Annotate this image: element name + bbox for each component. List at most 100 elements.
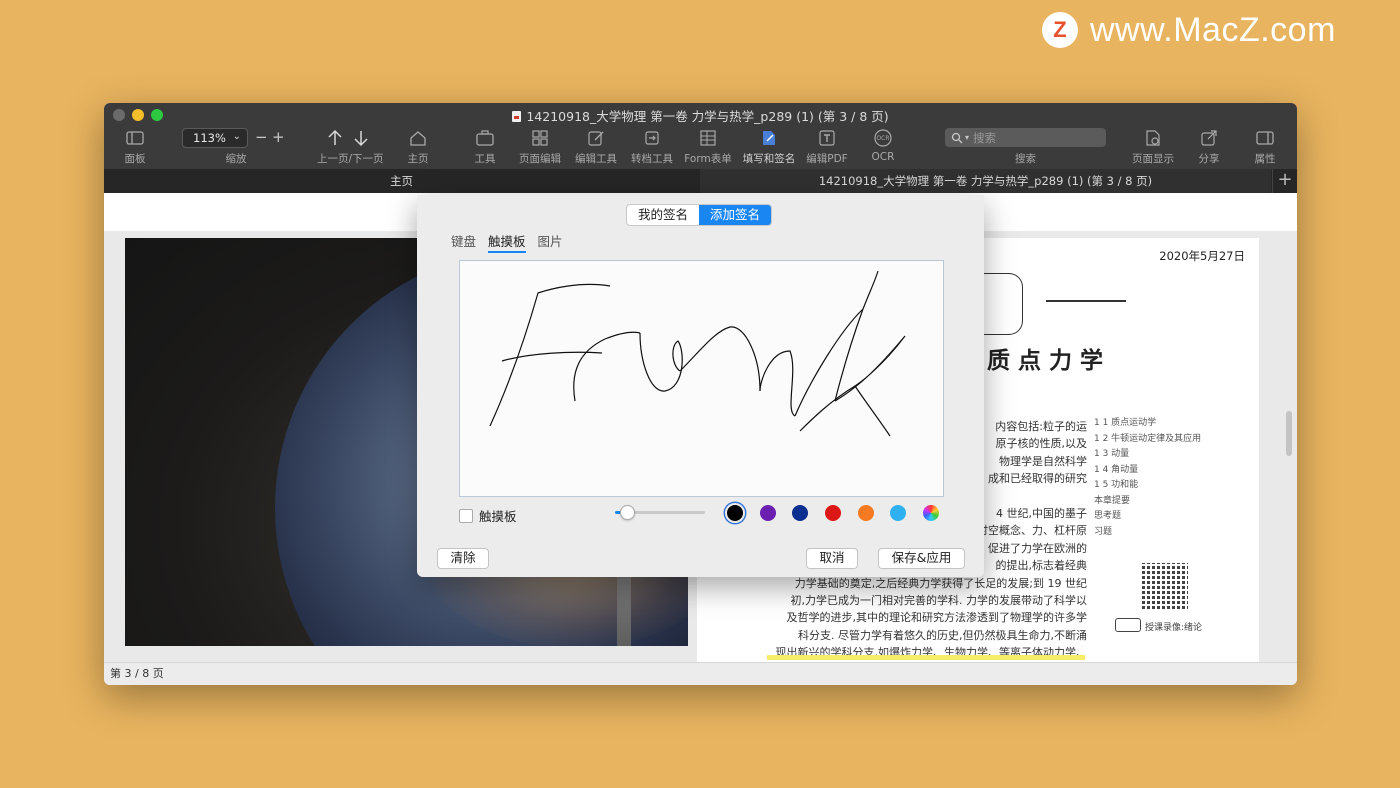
save-apply-button[interactable]: 保存&应用 bbox=[878, 548, 965, 569]
stroke-width-slider[interactable] bbox=[615, 505, 705, 520]
briefcase-icon bbox=[476, 130, 494, 146]
color-orange[interactable] bbox=[858, 505, 874, 521]
edit-pdf-label: 编辑PDF bbox=[806, 153, 848, 165]
tab-image[interactable]: 图片 bbox=[538, 231, 563, 253]
fill-sign-button[interactable]: 填写和签名 bbox=[737, 127, 801, 166]
edit-tools-button[interactable]: 编辑工具 bbox=[566, 127, 626, 166]
new-tab-button[interactable]: + bbox=[1272, 169, 1297, 193]
sign-pen-icon bbox=[763, 131, 775, 145]
color-lightblue[interactable] bbox=[890, 505, 906, 521]
form-label: Form表单 bbox=[684, 153, 732, 165]
ocr-icon: OCR bbox=[874, 129, 892, 147]
page-date: 2020年5月27日 bbox=[1159, 249, 1245, 263]
title-rule bbox=[1046, 300, 1126, 302]
search-placeholder: 搜索 bbox=[973, 130, 997, 145]
ocr-label: OCR bbox=[871, 151, 895, 163]
signature-drawing bbox=[489, 270, 906, 437]
tools-label: 工具 bbox=[474, 153, 496, 165]
tab-keyboard[interactable]: 键盘 bbox=[451, 231, 476, 253]
input-method-tabs: 键盘 触摸板 图片 bbox=[451, 231, 563, 253]
search-icon bbox=[951, 132, 963, 143]
chapter-toc: 1 1 质点运动学 1 2 牛顿运动定律及其应用 1 3 动量 1 4 角动量 … bbox=[1094, 418, 1202, 537]
page-edit-button[interactable]: 页面编辑 bbox=[510, 127, 570, 166]
prevnext-label: 上一页/下一页 bbox=[317, 153, 384, 165]
status-bar: 第 3 / 8 页 bbox=[104, 662, 1297, 685]
titlebar: 14210918_大学物理 第一卷 力学与热学_p289 (1) (第 3 / … bbox=[104, 103, 1297, 169]
table-icon bbox=[700, 130, 716, 146]
zoom-select[interactable]: 113% ⌄ bbox=[182, 128, 248, 148]
slider-knob[interactable] bbox=[620, 505, 635, 520]
signature-pad[interactable] bbox=[459, 260, 944, 497]
zoom-in-button[interactable]: + bbox=[272, 128, 285, 146]
video-camera-icon bbox=[1115, 618, 1141, 632]
color-black[interactable] bbox=[727, 505, 743, 521]
chevron-down-icon: ⌄ bbox=[232, 131, 241, 142]
prev-next-button[interactable]: 上一页/下一页 bbox=[317, 127, 384, 166]
panel-button[interactable]: 面板 bbox=[105, 127, 165, 166]
video-label: 授课录像:绪论 bbox=[1145, 623, 1203, 633]
qr-code bbox=[1142, 563, 1188, 609]
text-edit-icon bbox=[819, 130, 835, 146]
home-label: 主页 bbox=[407, 153, 429, 165]
edit-pdf-button[interactable]: 编辑PDF bbox=[797, 127, 857, 166]
zoom-label: 缩放 bbox=[225, 153, 247, 165]
clear-button[interactable]: 清除 bbox=[437, 548, 489, 569]
fill-sign-label: 填写和签名 bbox=[742, 153, 796, 165]
window-title-text: 14210918_大学物理 第一卷 力学与热学_p289 (1) (第 3 / … bbox=[526, 109, 889, 124]
home-icon bbox=[410, 131, 426, 146]
vertical-scrollbar[interactable] bbox=[1286, 411, 1292, 456]
zoom-value: 113% bbox=[193, 131, 226, 145]
properties-button[interactable]: 属性 bbox=[1235, 127, 1295, 166]
share-icon bbox=[1201, 130, 1217, 146]
ocr-button[interactable]: OCR OCR bbox=[853, 127, 913, 163]
tab-touchpad[interactable]: 触摸板 bbox=[488, 231, 526, 253]
macz-logo: Z bbox=[1042, 12, 1078, 48]
home-button[interactable]: 主页 bbox=[388, 127, 448, 166]
arrow-up-icon[interactable] bbox=[327, 129, 343, 147]
color-purple[interactable] bbox=[760, 505, 776, 521]
share-button[interactable]: 分享 bbox=[1179, 127, 1239, 166]
svg-text:OCR: OCR bbox=[876, 135, 889, 142]
sidebar-right-icon bbox=[1256, 131, 1274, 145]
panel-icon bbox=[126, 131, 144, 145]
color-picker-icon[interactable] bbox=[923, 505, 939, 521]
edit-tools-label: 编辑工具 bbox=[575, 153, 617, 165]
touchpad-checkbox[interactable] bbox=[459, 508, 473, 523]
window-title: 14210918_大学物理 第一卷 力学与热学_p289 (1) (第 3 / … bbox=[104, 106, 1297, 125]
watermark-text: www.MacZ.com bbox=[1090, 10, 1336, 49]
properties-label: 属性 bbox=[1254, 153, 1276, 165]
add-signature-tab[interactable]: 添加签名 bbox=[699, 205, 772, 225]
grid-icon bbox=[532, 130, 548, 146]
arrow-down-icon[interactable] bbox=[353, 129, 369, 147]
color-red[interactable] bbox=[825, 505, 841, 521]
page-edit-label: 页面编辑 bbox=[519, 153, 561, 165]
zoom-out-button[interactable]: − bbox=[255, 128, 268, 146]
pdf-file-icon bbox=[512, 111, 522, 122]
tab-document[interactable]: 14210918_大学物理 第一卷 力学与热学_p289 (1) (第 3 / … bbox=[700, 169, 1271, 193]
search-input[interactable]: ▾ 搜索 bbox=[945, 128, 1106, 147]
page-display-button[interactable]: 页面显示 bbox=[1123, 127, 1183, 166]
page-display-label: 页面显示 bbox=[1132, 153, 1174, 165]
touchpad-checkbox-row[interactable]: 触摸板 bbox=[459, 506, 517, 525]
signature-segmented-control: 我的签名 添加签名 bbox=[626, 204, 773, 226]
share-label: 分享 bbox=[1198, 153, 1220, 165]
tab-home[interactable]: 主页 bbox=[104, 169, 699, 193]
signature-dialog: 我的签名 添加签名 键盘 触摸板 图片 触摸板 清除 取消 保存&应用 bbox=[417, 195, 984, 577]
tools-button[interactable]: 工具 bbox=[455, 127, 515, 166]
touchpad-checkbox-label: 触摸板 bbox=[479, 509, 517, 524]
edit-icon bbox=[588, 131, 604, 146]
form-button[interactable]: Form表单 bbox=[678, 127, 738, 166]
chapter-heading: 质点力学 bbox=[987, 348, 1111, 374]
chevron-down-icon: ▾ bbox=[965, 133, 970, 142]
watermark: Z www.MacZ.com bbox=[1042, 10, 1336, 50]
tab-bar: 主页 14210918_大学物理 第一卷 力学与热学_p289 (1) (第 3… bbox=[104, 169, 1297, 193]
page-display-icon bbox=[1146, 130, 1160, 146]
cancel-button[interactable]: 取消 bbox=[806, 548, 858, 569]
page-indicator: 第 3 / 8 页 bbox=[110, 667, 164, 680]
panel-label: 面板 bbox=[124, 153, 146, 165]
convert-icon bbox=[645, 131, 659, 145]
convert-tools-button[interactable]: 转档工具 bbox=[622, 127, 682, 166]
text-highlight bbox=[767, 655, 1085, 660]
color-navy[interactable] bbox=[792, 505, 808, 521]
my-signatures-tab[interactable]: 我的签名 bbox=[627, 205, 699, 225]
